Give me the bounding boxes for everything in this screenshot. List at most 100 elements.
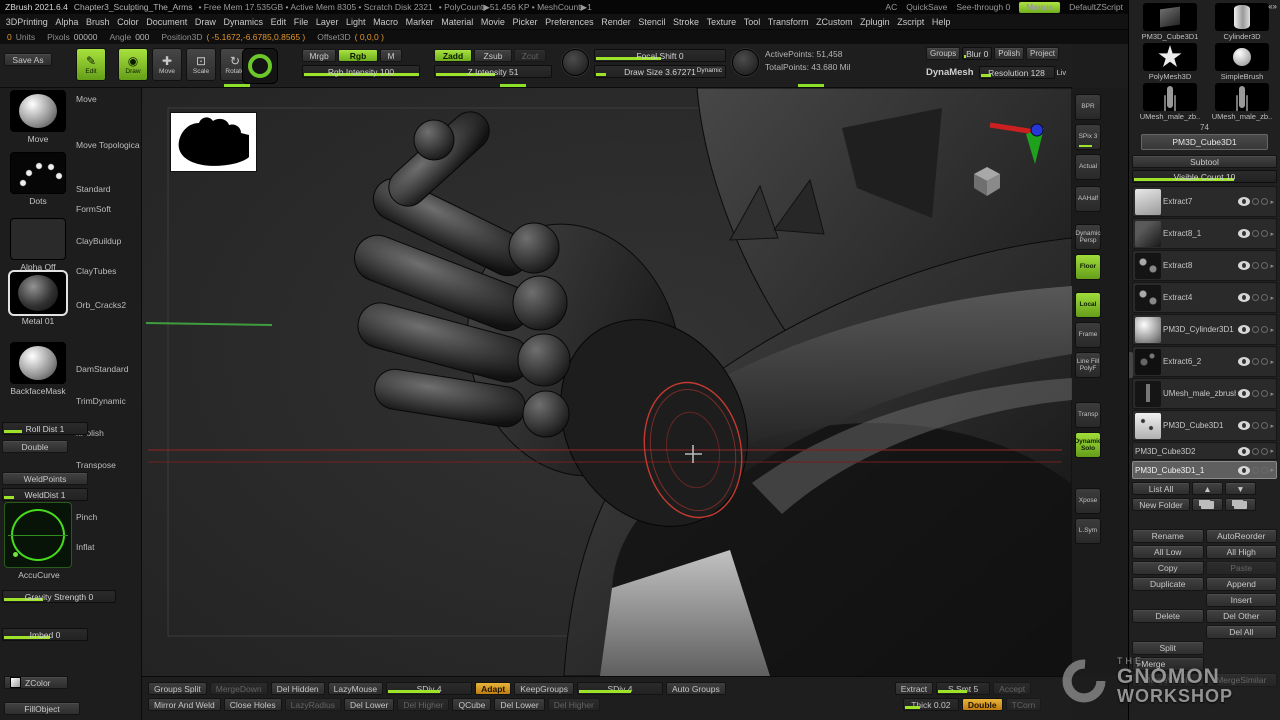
visibility-eye-icon[interactable]: [1238, 293, 1250, 302]
tool-item[interactable]: UMesh_male_zb..: [1207, 83, 1277, 121]
menu-item[interactable]: Texture: [703, 17, 740, 27]
viewport-button[interactable]: Floor: [1075, 254, 1101, 280]
sculpt-toggle-icon[interactable]: [1261, 230, 1268, 237]
z-intensity-slider[interactable]: Z Intensity 51: [434, 65, 552, 78]
chevron-right-icon[interactable]: ▸: [1270, 358, 1274, 366]
subtool-action-button[interactable]: Insert: [1206, 593, 1278, 607]
viewport-button[interactable]: SPix 3: [1075, 124, 1101, 150]
viewport-button[interactable]: Dynamic Solo: [1075, 432, 1101, 458]
sculpt-toggle-icon[interactable]: [1261, 358, 1268, 365]
subtool-action-button[interactable]: All Low: [1132, 545, 1204, 559]
viewport-button[interactable]: Actual: [1075, 154, 1101, 180]
viewport-button[interactable]: Line Fill PolyF: [1075, 352, 1101, 378]
visibility-eye-icon[interactable]: [1238, 421, 1250, 430]
menu-item[interactable]: Help: [928, 17, 954, 27]
tool-item[interactable]: Cylinder3D: [1207, 3, 1277, 41]
rgb-intensity-slider[interactable]: Rgb Intensity 100: [302, 65, 420, 78]
alpha-thumbnail[interactable]: [171, 113, 256, 171]
move-down-button[interactable]: ▼: [1225, 482, 1256, 495]
sculpt-toggle-icon[interactable]: [1261, 422, 1268, 429]
subtool-action-button[interactable]: Paste: [1206, 561, 1278, 575]
brush-item[interactable]: BackfaceMask: [5, 342, 71, 396]
default-zscript-button[interactable]: DefaultZScript: [1069, 2, 1123, 12]
subtool-action-button[interactable]: Del All: [1206, 625, 1278, 639]
zadd-button[interactable]: Zadd: [434, 49, 472, 62]
dynamesh-button[interactable]: DynaMesh: [926, 67, 974, 78]
subtool-action-button[interactable]: Append: [1206, 577, 1278, 591]
brush-item[interactable]: Dots: [5, 152, 71, 206]
menu-item[interactable]: Tool: [740, 17, 764, 27]
sculpt-toggle-icon[interactable]: [1261, 326, 1268, 333]
subtool-item[interactable]: PM3D_Cube3D1_1 ▸: [1132, 461, 1277, 479]
tool-item[interactable]: PM3D_Cube3D1: [1135, 3, 1205, 41]
shelf-button[interactable]: QCube: [452, 698, 491, 711]
subtool-item[interactable]: Extract7 ▸: [1132, 186, 1277, 217]
brush-shortcut[interactable]: Move Topologica: [76, 140, 140, 150]
menu-item[interactable]: Transform: [764, 17, 812, 27]
sculpt-toggle-icon[interactable]: [1261, 198, 1268, 205]
shelf-divider-grip[interactable]: [798, 84, 824, 87]
quicksave-button[interactable]: QuickSave: [906, 2, 947, 12]
subtool-header[interactable]: Subtool: [1132, 155, 1277, 168]
brush-shortcut[interactable]: Pinch: [76, 512, 140, 522]
subtool-action-button[interactable]: MergeVisible: [1132, 673, 1204, 687]
visibility-eye-icon[interactable]: [1238, 325, 1250, 334]
shelf-button[interactable]: Del Higher: [548, 698, 600, 711]
brush-shortcut[interactable]: TrimDynamic: [76, 396, 140, 406]
polypaint-toggle-icon[interactable]: [1252, 230, 1259, 237]
visibility-eye-icon[interactable]: [1238, 389, 1250, 398]
weldpoints-button[interactable]: WeldPoints: [2, 472, 88, 485]
menu-item[interactable]: Picker: [509, 17, 542, 27]
alpha-icon[interactable]: [732, 49, 759, 76]
brush-shortcut[interactable]: DamStandard: [76, 364, 140, 374]
imbed-slider[interactable]: Imbed 0: [2, 628, 88, 641]
brush-shortcut[interactable]: ClayTubes: [76, 266, 140, 276]
shelf-divider-grip[interactable]: [224, 84, 250, 87]
subtool-action-button[interactable]: All High: [1206, 545, 1278, 559]
chevron-right-icon[interactable]: ▸: [1270, 230, 1274, 238]
shelf-button[interactable]: MergeDown: [210, 682, 268, 695]
active-tool-button[interactable]: PM3D_Cube3D1: [1141, 134, 1268, 150]
visibility-eye-icon[interactable]: [1238, 466, 1250, 475]
subtool-action-button[interactable]: Duplicate: [1132, 577, 1204, 591]
menu-item[interactable]: Document: [142, 17, 191, 27]
mode-button[interactable]: ◉ Draw: [118, 48, 148, 81]
stroke-preview[interactable]: [242, 48, 278, 84]
menu-item[interactable]: Dynamics: [220, 17, 267, 27]
sculpt-toggle-icon[interactable]: [1261, 448, 1268, 455]
chevron-right-icon[interactable]: ▸: [1270, 326, 1274, 334]
menu-item[interactable]: Marker: [402, 17, 438, 27]
menu-item[interactable]: Edit: [267, 17, 290, 27]
chevron-right-icon[interactable]: ▸: [1270, 198, 1274, 206]
tool-item[interactable]: PolyMesh3D: [1135, 43, 1205, 81]
polypaint-toggle-icon[interactable]: [1252, 262, 1259, 269]
subtool-action-button[interactable]: Split: [1132, 641, 1204, 655]
subtool-item[interactable]: UMesh_male_zbrush5_17 ▸: [1132, 378, 1277, 409]
shelf-button[interactable]: Extract: [895, 682, 933, 695]
menu-item[interactable]: Layer: [312, 17, 342, 27]
polypaint-toggle-icon[interactable]: [1252, 294, 1259, 301]
tray-resize-handle[interactable]: [1129, 352, 1133, 378]
subtool-action-button[interactable]: Copy: [1132, 561, 1204, 575]
menu-item[interactable]: Stroke: [669, 17, 703, 27]
menu-item[interactable]: Zplugin: [856, 17, 893, 27]
project-button[interactable]: Project: [1026, 47, 1059, 60]
mode-button[interactable]: ✎ Edit: [76, 48, 106, 81]
viewport-button[interactable]: AAHalf: [1075, 186, 1101, 212]
brush-shortcut[interactable]: Standard: [76, 184, 140, 194]
double-button[interactable]: Double: [2, 440, 68, 453]
mode-button[interactable]: ⊡ Scale: [186, 48, 216, 81]
zsub-button[interactable]: Zsub: [474, 49, 512, 62]
viewport-button[interactable]: Local: [1075, 292, 1101, 318]
mode-button[interactable]: ✚ Move: [152, 48, 182, 81]
visibility-eye-icon[interactable]: [1238, 229, 1250, 238]
polypaint-toggle-icon[interactable]: [1252, 198, 1259, 205]
shelf-button[interactable]: SDiv 4: [577, 682, 663, 695]
shelf-button[interactable]: Thick 0.02: [903, 698, 959, 711]
visible-count-slider[interactable]: Visible Count 10: [1132, 170, 1277, 183]
brush-shortcut[interactable]: ClayBuildup: [76, 236, 140, 246]
menus-button[interactable]: Menus: [1019, 2, 1060, 13]
brush-item[interactable]: Move: [5, 90, 71, 144]
subtool-action-button[interactable]: Rename: [1132, 529, 1204, 543]
shelf-button[interactable]: LazyRadius: [285, 698, 341, 711]
